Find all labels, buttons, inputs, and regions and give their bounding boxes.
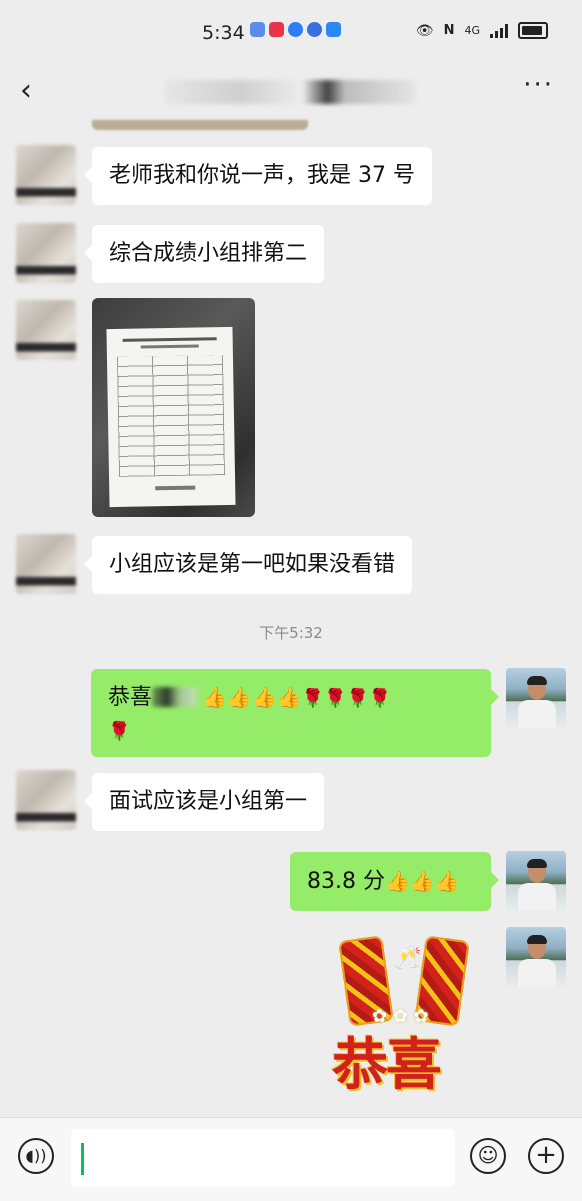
chat-header: ‹ ··· (0, 68, 582, 118)
avatar-shirt (518, 700, 556, 728)
music-app-icon (250, 22, 265, 37)
congratulations-sticker[interactable]: 🥂 ✿ ✿ ✿ 恭喜 (328, 932, 486, 1098)
my-avatar[interactable] (506, 851, 566, 911)
contact-avatar[interactable] (16, 770, 76, 830)
rose-emoji: 🌹🌹🌹🌹 (301, 688, 392, 709)
message-bubble[interactable]: 综合成绩小组排第二 (83, 225, 325, 283)
message-bubble-outgoing[interactable]: 恭喜 👍👍👍👍🌹🌹🌹🌹 🌹 (91, 669, 499, 757)
plus-icon: + (535, 1140, 557, 1170)
my-avatar[interactable] (506, 927, 566, 987)
avatar-hair (527, 935, 547, 944)
blurred-name (152, 687, 203, 707)
my-avatar[interactable] (506, 668, 566, 728)
sheet-table-grid (116, 355, 226, 477)
previous-message-edge (92, 120, 308, 130)
toast-glasses-icon: 🥂 (394, 946, 422, 971)
message-bubble[interactable]: 小组应该是第一吧如果没看错 (83, 536, 413, 594)
contact-avatar[interactable] (16, 223, 76, 283)
status-time: 5:34 (202, 22, 245, 44)
sheet-footer-line (155, 485, 196, 491)
chat-timestamp: 下午5:32 (259, 624, 323, 642)
nfc-icon: N (443, 23, 455, 38)
avatar-shirt (518, 883, 556, 911)
eye-icon: 👁 (415, 22, 434, 39)
thumbs-up-emoji: 👍👍👍 (384, 869, 460, 893)
contact-avatar[interactable] (16, 145, 76, 205)
signal-icon (490, 23, 508, 38)
message-text: 面试应该是小组第一 (109, 789, 308, 814)
contact-avatar[interactable] (16, 534, 76, 594)
system-status: 👁 N 4G (416, 22, 548, 39)
thumbs-up-emoji: 👍👍👍👍 (202, 685, 302, 709)
voice-icon: ◖)) (25, 1146, 47, 1165)
message-text: 恭喜 (108, 685, 153, 710)
sheet-header-line (122, 337, 217, 342)
more-functions-button[interactable]: + (528, 1138, 564, 1174)
smiley-icon: ☺ (477, 1143, 499, 1167)
message-text: 83.8 分 (307, 869, 385, 894)
emoji-button[interactable]: ☺ (470, 1138, 506, 1174)
avatar-shirt (518, 959, 556, 987)
message-text: 老师我和你说一声，我是 37 号 (109, 163, 415, 188)
text-caret (81, 1143, 84, 1175)
message-bubble[interactable]: 老师我和你说一声，我是 37 号 (84, 147, 432, 205)
sheet-subheader-line (140, 344, 199, 349)
voice-input-button[interactable]: ◖)) (18, 1138, 54, 1174)
chat-title-blurred (165, 80, 415, 104)
message-text: 综合成绩小组排第二 (109, 241, 308, 266)
avatar-hair (527, 676, 547, 685)
score-sheet-image (106, 326, 236, 508)
back-icon[interactable]: ‹ (20, 76, 32, 106)
notification-icons (250, 22, 341, 37)
message-bubble[interactable]: 面试应该是小组第一 (83, 773, 325, 831)
sticker-caption: 恭喜 (332, 1032, 442, 1098)
status-bar: 5:34 👁 N 4G (0, 0, 582, 68)
mobile-app-icon (269, 22, 284, 37)
paw-app-icon (307, 22, 322, 37)
rose-emoji: 🌹 (108, 721, 131, 742)
cloud-app-icon (326, 22, 341, 37)
contact-avatar[interactable] (16, 300, 76, 360)
photo-message[interactable] (92, 298, 255, 517)
more-options-icon[interactable]: ··· (523, 70, 554, 100)
message-input-bar: ◖)) ☺ + (0, 1117, 582, 1201)
message-input[interactable] (71, 1129, 455, 1187)
browser-app-icon (288, 22, 303, 37)
network-label: 4G (464, 24, 480, 37)
message-bubble-outgoing[interactable]: 83.8 分👍👍👍 (290, 852, 499, 911)
avatar-hair (527, 859, 547, 868)
message-text: 小组应该是第一吧如果没看错 (109, 552, 396, 577)
battery-icon (518, 22, 548, 39)
